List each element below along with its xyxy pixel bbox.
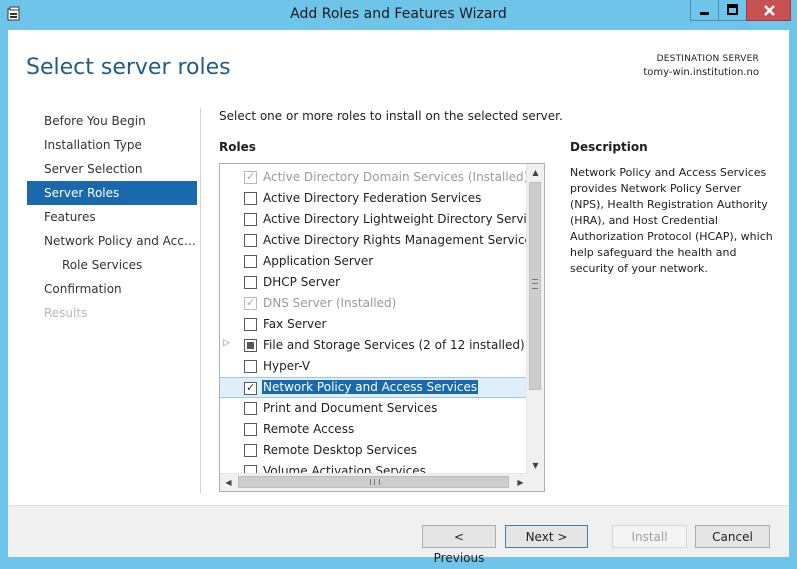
nav-item[interactable]: Features (27, 205, 197, 229)
role-row[interactable]: Active Directory Federation Services (220, 188, 526, 209)
role-row[interactable]: Fax Server (220, 314, 526, 335)
install-button[interactable]: Install (612, 525, 687, 548)
destination-server-name: tomy-win.institution.no (643, 67, 759, 78)
role-checkbox[interactable] (244, 192, 257, 205)
scroll-up-arrow-icon[interactable]: ▲ (527, 164, 544, 181)
role-row[interactable]: Print and Document Services (220, 398, 526, 419)
minimize-button[interactable] (690, 0, 719, 21)
roles-heading: Roles (219, 140, 256, 154)
grip-icon (370, 479, 380, 485)
previous-button[interactable]: < Previous (422, 525, 496, 565)
minimize-icon (700, 12, 709, 15)
checkmark-icon: ✓ (246, 296, 256, 309)
description-text: Network Policy and Access Services provi… (570, 166, 773, 275)
role-row[interactable]: ✓ Network Policy and Access Services (220, 377, 526, 398)
vertical-scrollbar[interactable]: ▲ ▼ (526, 164, 544, 474)
role-label: Remote Access (263, 422, 355, 436)
nav-item[interactable]: Network Policy and Access Services (27, 229, 197, 253)
horizontal-scrollbar[interactable]: ◀ ▶ (220, 473, 529, 491)
nav-item[interactable]: Installation Type (27, 133, 197, 157)
nav-item: Results (44, 306, 88, 320)
nav-item[interactable]: Role Services (27, 253, 197, 277)
nav-item[interactable]: Confirmation (27, 277, 197, 301)
nav-item[interactable]: Server Roles (27, 181, 197, 205)
scroll-left-arrow-icon[interactable]: ◀ (220, 474, 237, 491)
role-row[interactable]: Remote Access (220, 419, 526, 440)
role-label: Fax Server (263, 317, 327, 331)
checkmark-icon: ✓ (246, 381, 256, 394)
role-row[interactable]: Hyper-V (220, 356, 526, 377)
grip-icon (532, 279, 538, 289)
nav-item[interactable]: Before You Begin (27, 109, 197, 133)
role-label: Active Directory Lightweight Directory S… (263, 212, 545, 226)
role-row[interactable]: ✓ Active Directory Domain Services (Insta… (220, 167, 529, 188)
role-label: Active Directory Federation Services (263, 191, 482, 205)
role-row[interactable]: DHCP Server (220, 272, 526, 293)
role-label: Hyper-V (263, 359, 311, 373)
role-row[interactable]: ✓ DNS Server (Installed) (220, 293, 526, 314)
role-label: Active Directory Rights Management Servi… (263, 233, 539, 247)
role-row[interactable]: ▷ File and Storage Services (2 of 12 inst… (220, 335, 526, 356)
roles-list[interactable]: ✓ Active Directory Domain Services (Insta… (219, 163, 545, 492)
role-label: DHCP Server (263, 275, 341, 289)
page-title: Select server roles (26, 55, 231, 80)
role-label: Print and Document Services (263, 401, 438, 415)
scroll-corner (527, 474, 544, 491)
wizard-footer: < Previous Next > Install Cancel (8, 505, 789, 565)
role-checkbox: ✓ (244, 170, 257, 184)
expand-arrow-icon[interactable]: ▷ (223, 338, 230, 348)
checkmark-icon: ✓ (246, 170, 256, 183)
role-row[interactable]: Remote Desktop Services (220, 440, 526, 461)
vertical-scroll-thumb[interactable] (529, 182, 541, 390)
role-checkbox[interactable] (244, 234, 257, 247)
description-heading: Description (570, 140, 648, 154)
role-checkbox[interactable] (244, 255, 257, 268)
horizontal-scroll-thumb[interactable] (238, 476, 509, 488)
role-checkbox[interactable] (244, 360, 257, 373)
role-label: Active Directory Domain Services (Instal… (263, 170, 529, 184)
role-row[interactable]: Active Directory Lightweight Directory S… (220, 209, 544, 230)
role-row[interactable]: Application Server (220, 251, 526, 272)
nav-item[interactable]: Server Selection (27, 157, 197, 181)
maximize-icon (727, 4, 738, 15)
role-label: Application Server (263, 254, 374, 268)
divider (200, 108, 201, 493)
wizard-navigation: Before You Begin Installation Type Server … (27, 109, 197, 325)
instruction-text: Select one or more roles to install on t… (219, 109, 563, 123)
role-checkbox[interactable] (244, 276, 257, 289)
wizard-body: Select server roles DESTINATION SERVER t… (8, 30, 789, 565)
scroll-down-arrow-icon[interactable]: ▼ (527, 457, 544, 474)
title-bar: Add Roles and Features Wizard (0, 0, 797, 30)
close-button[interactable] (746, 0, 791, 21)
window-title: Add Roles and Features Wizard (290, 6, 507, 22)
role-checkbox[interactable] (244, 402, 257, 415)
destination-server-label: DESTINATION SERVER (656, 54, 759, 64)
role-label: DNS Server (Installed) (263, 296, 397, 310)
close-icon (764, 5, 775, 16)
role-checkbox[interactable] (244, 318, 257, 331)
role-label: Network Policy and Access Services (262, 380, 479, 394)
role-checkbox[interactable] (244, 339, 257, 352)
role-checkbox[interactable] (244, 423, 257, 436)
cancel-button[interactable]: Cancel (695, 525, 770, 548)
next-button[interactable]: Next > (505, 525, 588, 548)
role-checkbox[interactable]: ✓ (244, 381, 257, 395)
role-label: File and Storage Services (2 of 12 insta… (263, 338, 525, 352)
role-checkbox[interactable] (244, 213, 257, 226)
role-checkbox[interactable] (244, 444, 257, 457)
maximize-button[interactable] (718, 0, 747, 21)
role-row[interactable]: Active Directory Rights Management Servi… (220, 230, 538, 251)
role-checkbox: ✓ (244, 296, 257, 310)
role-label: Remote Desktop Services (263, 443, 418, 457)
